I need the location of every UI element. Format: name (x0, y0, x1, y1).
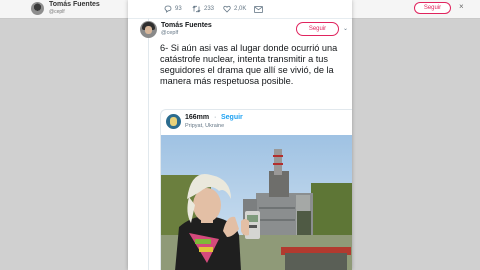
retweet-action[interactable]: 233 (192, 4, 214, 14)
quoted-location[interactable]: Pripyat, Ukraine (185, 123, 224, 129)
background-avatar[interactable] (31, 2, 44, 15)
background-follow-button[interactable]: Seguir (414, 2, 451, 14)
quoted-avatar-figure (170, 117, 177, 126)
close-icon[interactable]: × (459, 2, 464, 11)
author-handle[interactable]: @ceplf (161, 30, 178, 36)
quoted-author-avatar[interactable] (166, 114, 181, 129)
retweet-icon (192, 5, 201, 13)
author-avatar[interactable] (140, 21, 157, 38)
reply-action[interactable]: 93 (164, 4, 182, 14)
parent-tweet-actions: 93 233 2,0K (128, 0, 352, 19)
thread-connector-line (148, 18, 149, 270)
like-icon (223, 5, 231, 13)
like-count: 2,0K (234, 6, 247, 12)
follow-button[interactable]: Seguir (296, 22, 339, 36)
reply-count: 93 (175, 6, 182, 12)
reply-icon (164, 5, 172, 13)
retweet-count: 233 (204, 6, 215, 12)
message-icon (254, 5, 263, 13)
tweet-text: 6- Si aún asi vas al lugar donde ocurrió… (160, 43, 338, 87)
background-profile-handle: @ceplf (49, 9, 65, 15)
embedded-instagram-card[interactable]: 166mm · Seguir Pripyat, Ukraine (160, 109, 352, 270)
quoted-separator: · (214, 114, 217, 121)
background-profile-name: Tomás Fuentes (49, 1, 100, 8)
chevron-down-icon[interactable]: ⌄ (343, 25, 348, 32)
like-action[interactable]: 2,0K (223, 4, 246, 14)
avatar-face (145, 26, 152, 34)
quoted-follow-link[interactable]: Seguir (221, 114, 243, 121)
quoted-author-name[interactable]: 166mm (185, 114, 209, 121)
message-action[interactable] (254, 4, 263, 14)
tweet-modal: 93 233 2,0K Tomás Fuentes @ceplf Seguir … (128, 0, 352, 270)
author-name[interactable]: Tomás Fuentes (161, 22, 212, 29)
chernobyl-selfie-photo[interactable] (161, 135, 352, 270)
